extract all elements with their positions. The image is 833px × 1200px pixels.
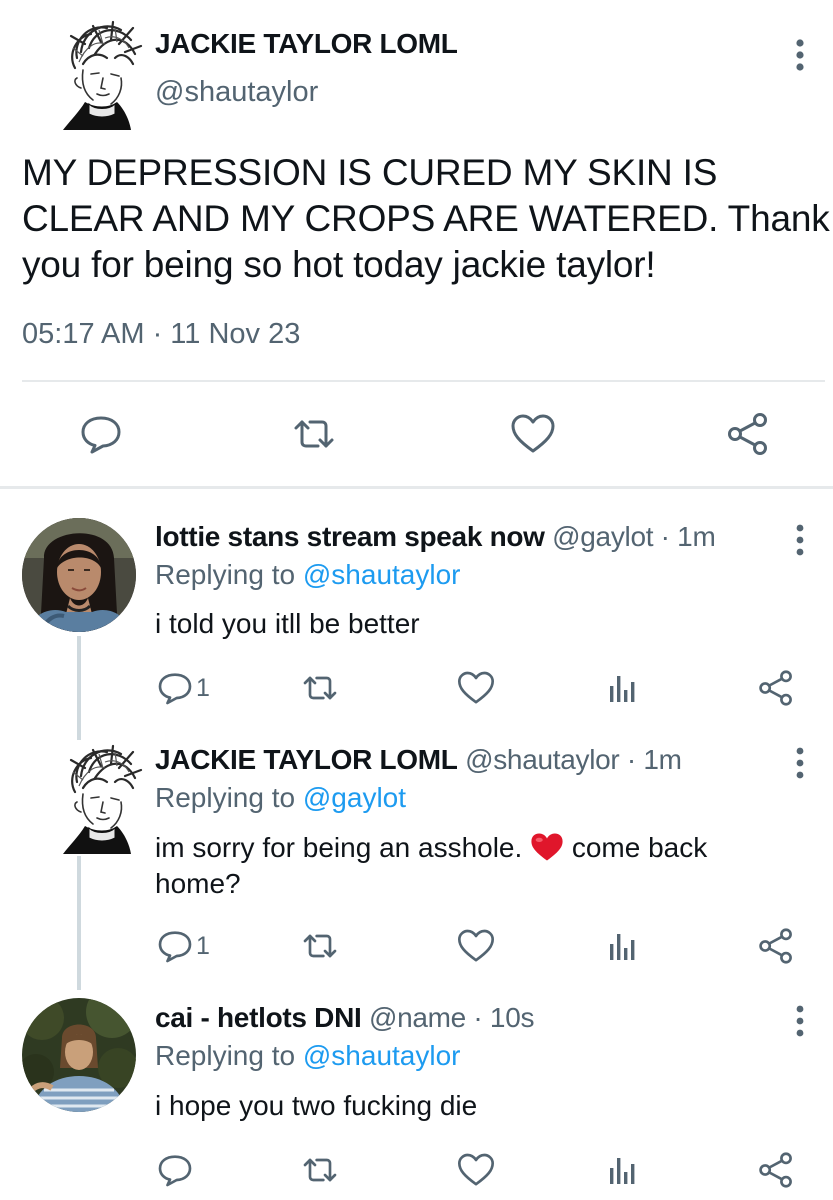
author-handle[interactable]: @shautaylor — [155, 76, 318, 109]
reply-age: · 1m — [619, 744, 682, 775]
retweet-icon[interactable] — [300, 668, 340, 708]
like-icon[interactable] — [456, 668, 496, 708]
tweet-text: MY DEPRESSION IS CURED MY SKIN IS CLEAR … — [22, 152, 830, 285]
reply-text-part: come back — [564, 832, 708, 863]
reply-text: im sorry for being an asshole. come back… — [155, 830, 795, 902]
replying-to-label: Replying to — [155, 559, 303, 590]
reply-display-name[interactable]: cai - hetlots DNI — [155, 1002, 362, 1033]
share-icon[interactable] — [756, 926, 796, 966]
replying-to-label: Replying to — [155, 782, 303, 813]
replying-to: Replying to @gaylot — [155, 782, 406, 814]
reply-count: 1 — [196, 932, 210, 960]
reply-avatar[interactable] — [22, 998, 136, 1112]
retweet-icon[interactable] — [300, 926, 340, 966]
reply-icon[interactable] — [155, 1150, 195, 1190]
reply-header: JACKIE TAYLOR LOML @shautaylor · 1m — [155, 744, 682, 776]
like-icon[interactable] — [509, 410, 557, 458]
reply-text: i hope you two fucking die — [155, 1090, 478, 1121]
thread-line — [77, 636, 81, 740]
photo-portrait-icon — [22, 998, 136, 1112]
more-options-icon[interactable] — [788, 1003, 812, 1039]
reply-avatar[interactable] — [55, 742, 145, 858]
reply-age: · 1m — [653, 521, 716, 552]
divider — [22, 380, 825, 382]
replying-to: Replying to @shautaylor — [155, 1040, 460, 1072]
reply-icon[interactable] — [155, 926, 195, 966]
analytics-icon[interactable] — [604, 668, 644, 708]
share-icon[interactable] — [724, 410, 772, 458]
replying-to-label: Replying to — [155, 1040, 303, 1071]
retweet-icon[interactable] — [290, 410, 338, 458]
author-display-name[interactable]: JACKIE TAYLOR LOML — [155, 28, 458, 60]
more-options-icon[interactable] — [788, 522, 812, 558]
reply-text-part: im sorry for being an asshole. — [155, 832, 531, 863]
reply-text-part: home? — [155, 868, 241, 899]
like-icon[interactable] — [456, 926, 496, 966]
share-icon[interactable] — [756, 1150, 796, 1190]
tweet-timestamp[interactable]: 05:17 AM · 11 Nov 23 — [22, 318, 300, 351]
author-avatar[interactable] — [55, 18, 145, 134]
sketch-portrait-icon — [63, 744, 143, 854]
reply-header: lottie stans stream speak now @gaylot · … — [155, 521, 716, 553]
more-options-icon[interactable] — [788, 38, 812, 74]
section-divider — [0, 486, 833, 489]
sketch-portrait-icon — [63, 20, 143, 130]
replying-to: Replying to @shautaylor — [155, 559, 460, 591]
replying-to-link[interactable]: @shautaylor — [303, 559, 461, 590]
reply-display-name[interactable]: lottie stans stream speak now — [155, 521, 545, 552]
reply-handle[interactable]: @gaylot — [552, 521, 653, 552]
like-icon[interactable] — [456, 1150, 496, 1190]
reply-handle[interactable]: @name — [369, 1002, 466, 1033]
reply-icon[interactable] — [155, 668, 195, 708]
reply-icon[interactable] — [77, 410, 125, 458]
reply-age: · 10s — [465, 1002, 535, 1033]
reply-header: cai - hetlots DNI @name · 10s — [155, 1002, 534, 1034]
replying-to-link[interactable]: @gaylot — [303, 782, 406, 813]
analytics-icon[interactable] — [604, 926, 644, 966]
share-icon[interactable] — [756, 668, 796, 708]
retweet-icon[interactable] — [300, 1150, 340, 1190]
reply-count: 1 — [196, 674, 210, 702]
red-heart-emoji — [530, 832, 564, 862]
reply-display-name[interactable]: JACKIE TAYLOR LOML — [155, 744, 458, 775]
thread-line — [77, 856, 81, 990]
reply-avatar[interactable] — [22, 518, 136, 632]
more-options-icon[interactable] — [788, 745, 812, 781]
reply-handle[interactable]: @shautaylor — [465, 744, 620, 775]
replying-to-link[interactable]: @shautaylor — [303, 1040, 461, 1071]
analytics-icon[interactable] — [604, 1150, 644, 1190]
reply-text: i told you itll be better — [155, 608, 420, 639]
photo-portrait-icon — [22, 518, 136, 632]
